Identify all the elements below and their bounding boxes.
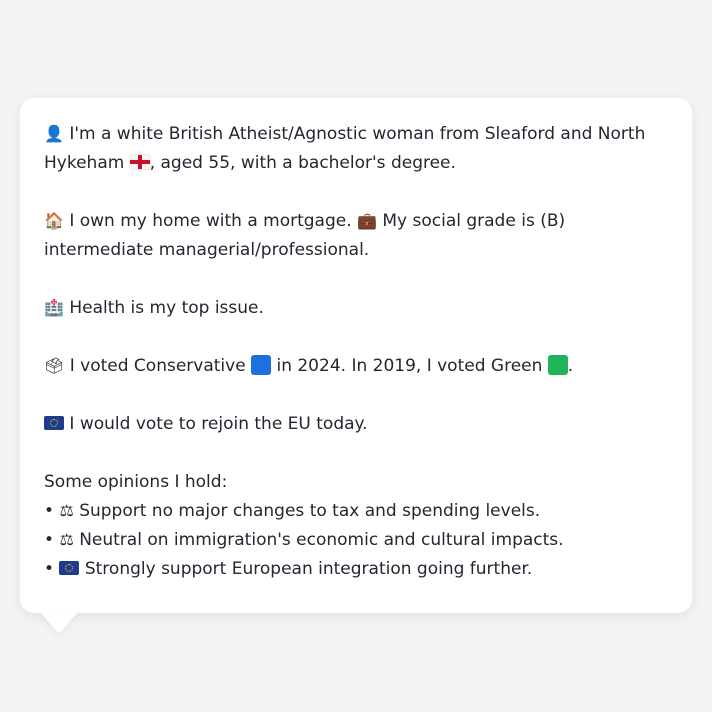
intro-paragraph: 👤 I'm a white British Atheist/Agnostic w… [44, 120, 672, 178]
eu-text: I would vote to rejoin the EU today. [69, 414, 368, 434]
list-item: • ⚖ Neutral on immigration's economic an… [44, 526, 672, 555]
opinions-section: Some opinions I hold: • ⚖ Support no maj… [44, 468, 672, 584]
list-item: • Strongly support European integration … [44, 555, 672, 584]
bubble-tail [40, 612, 78, 634]
issue-text: Health is my top issue. [69, 298, 264, 318]
intro-text-2: , aged 55, with a bachelor's degree. [149, 153, 456, 173]
house-icon: 🏠 [44, 211, 64, 230]
balance-scale-icon: ⚖ [59, 530, 74, 549]
eu-flag-icon [44, 416, 64, 430]
vote-text-1: I voted Conservative [69, 356, 246, 376]
eu-paragraph: I would vote to rejoin the EU today. [44, 410, 672, 439]
opinions-list: • ⚖ Support no major changes to tax and … [44, 497, 672, 584]
ballot-box-icon: 🗳 [44, 356, 65, 375]
opinions-heading: Some opinions I hold: [44, 472, 228, 492]
balance-scale-icon: ⚖ [59, 501, 74, 520]
opinion-text: Neutral on immigration's economic and cu… [79, 530, 564, 550]
conservative-blue-square-icon [251, 355, 272, 375]
green-square-icon [547, 355, 568, 375]
bullet: • [44, 559, 55, 579]
eu-flag-icon [59, 561, 80, 575]
housing-paragraph: 🏠 I own my home with a mortgage. 💼 My so… [44, 207, 672, 265]
vote-paragraph: 🗳 I voted Conservative in 2024. In 2019,… [44, 352, 672, 381]
list-item: • ⚖ Support no major changes to tax and … [44, 497, 672, 526]
opinion-text: Support no major changes to tax and spen… [79, 501, 541, 521]
vote-text-2: in 2024. In 2019, I voted Green [276, 356, 543, 376]
opinion-text: Strongly support European integration go… [84, 559, 533, 579]
issue-paragraph: 🏥 Health is my top issue. [44, 294, 672, 323]
hospital-icon: 🏥 [44, 298, 64, 317]
briefcase-icon: 💼 [357, 211, 377, 230]
england-flag-icon [129, 155, 150, 169]
housing-text: I own my home with a mortgage. [69, 211, 352, 231]
vote-text-3: . [567, 356, 574, 376]
bullet: • [44, 501, 55, 521]
person-silhouette-icon: 👤 [44, 124, 64, 143]
persona-message-bubble: 👤 I'm a white British Atheist/Agnostic w… [20, 98, 692, 613]
bullet: • [44, 530, 55, 550]
